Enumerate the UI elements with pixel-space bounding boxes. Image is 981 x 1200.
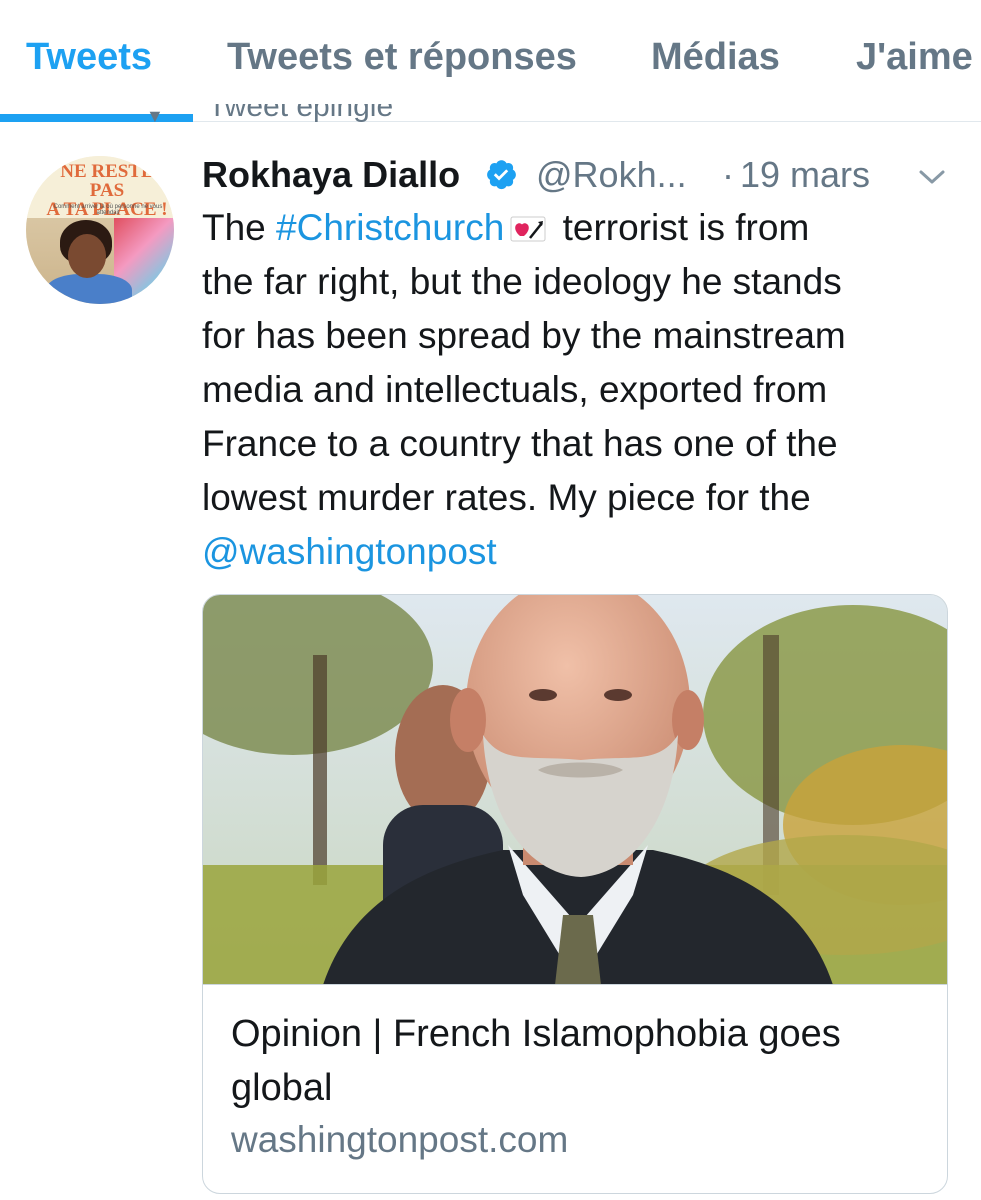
pinned-tweet-label-row: ▼ Tweet épinglé bbox=[140, 104, 540, 122]
tab-tweets[interactable]: Tweets bbox=[26, 36, 152, 79]
verified-badge-icon bbox=[487, 160, 516, 190]
separator-dot: · bbox=[722, 154, 734, 195]
tweet-line-2: the far right, but the ideology he stand… bbox=[202, 261, 842, 302]
tweet-header: Rokhaya Diallo @Rokh... · 19 mars bbox=[202, 150, 962, 198]
tweet-line-5: France to a country that has one of the bbox=[202, 423, 838, 464]
link-preview-card[interactable]: Opinion | French Islamophobia goes globa… bbox=[202, 594, 948, 1194]
tweet-line-4: media and intellectuals, exported from bbox=[202, 369, 828, 410]
tweet-line-3: for has been spread by the mainstream bbox=[202, 315, 846, 356]
tweet-text-segment: The bbox=[202, 207, 277, 248]
chevron-down-icon[interactable] bbox=[918, 168, 946, 186]
avatar-person-face bbox=[68, 234, 106, 278]
avatar-book-subtitle: Comment arriver là où personne ne vous a… bbox=[53, 204, 163, 216]
mention-link[interactable]: @washingtonpost bbox=[202, 531, 497, 572]
tab-tweets-and-replies[interactable]: Tweets et réponses bbox=[227, 36, 577, 79]
hashtag-link[interactable]: #Christchurch bbox=[276, 207, 504, 248]
avatar[interactable]: NE RESTE PAS A TA PLACE ! Comment arrive… bbox=[26, 156, 174, 304]
card-title[interactable]: Opinion | French Islamophobia goes globa… bbox=[231, 1007, 931, 1115]
tweet-line-6: lowest murder rates. My piece for the bbox=[202, 477, 811, 518]
new-zealand-flag-heart-emoji-icon bbox=[510, 216, 546, 242]
card-domain[interactable]: washingtonpost.com bbox=[231, 1119, 568, 1161]
pin-icon: ▼ bbox=[146, 106, 164, 122]
display-name[interactable]: Rokhaya Diallo bbox=[202, 154, 460, 196]
pinned-label: Tweet épinglé bbox=[208, 104, 394, 122]
tab-media[interactable]: Médias bbox=[651, 36, 780, 79]
avatar-person-body bbox=[46, 274, 132, 304]
tab-likes[interactable]: J'aime bbox=[856, 36, 973, 79]
tweet-text: The #Christchurch terrorist is from the … bbox=[202, 201, 962, 579]
tweet-line-1: The #Christchurch terrorist is from bbox=[202, 201, 962, 255]
card-image bbox=[203, 595, 947, 985]
tweet-line-7: @washingtonpost bbox=[202, 525, 962, 579]
tweet-text-segment: terrorist is from bbox=[552, 207, 810, 248]
card-photo bbox=[203, 595, 947, 984]
handle[interactable]: @Rokh... bbox=[536, 154, 687, 196]
timestamp[interactable]: 19 mars bbox=[740, 154, 870, 196]
